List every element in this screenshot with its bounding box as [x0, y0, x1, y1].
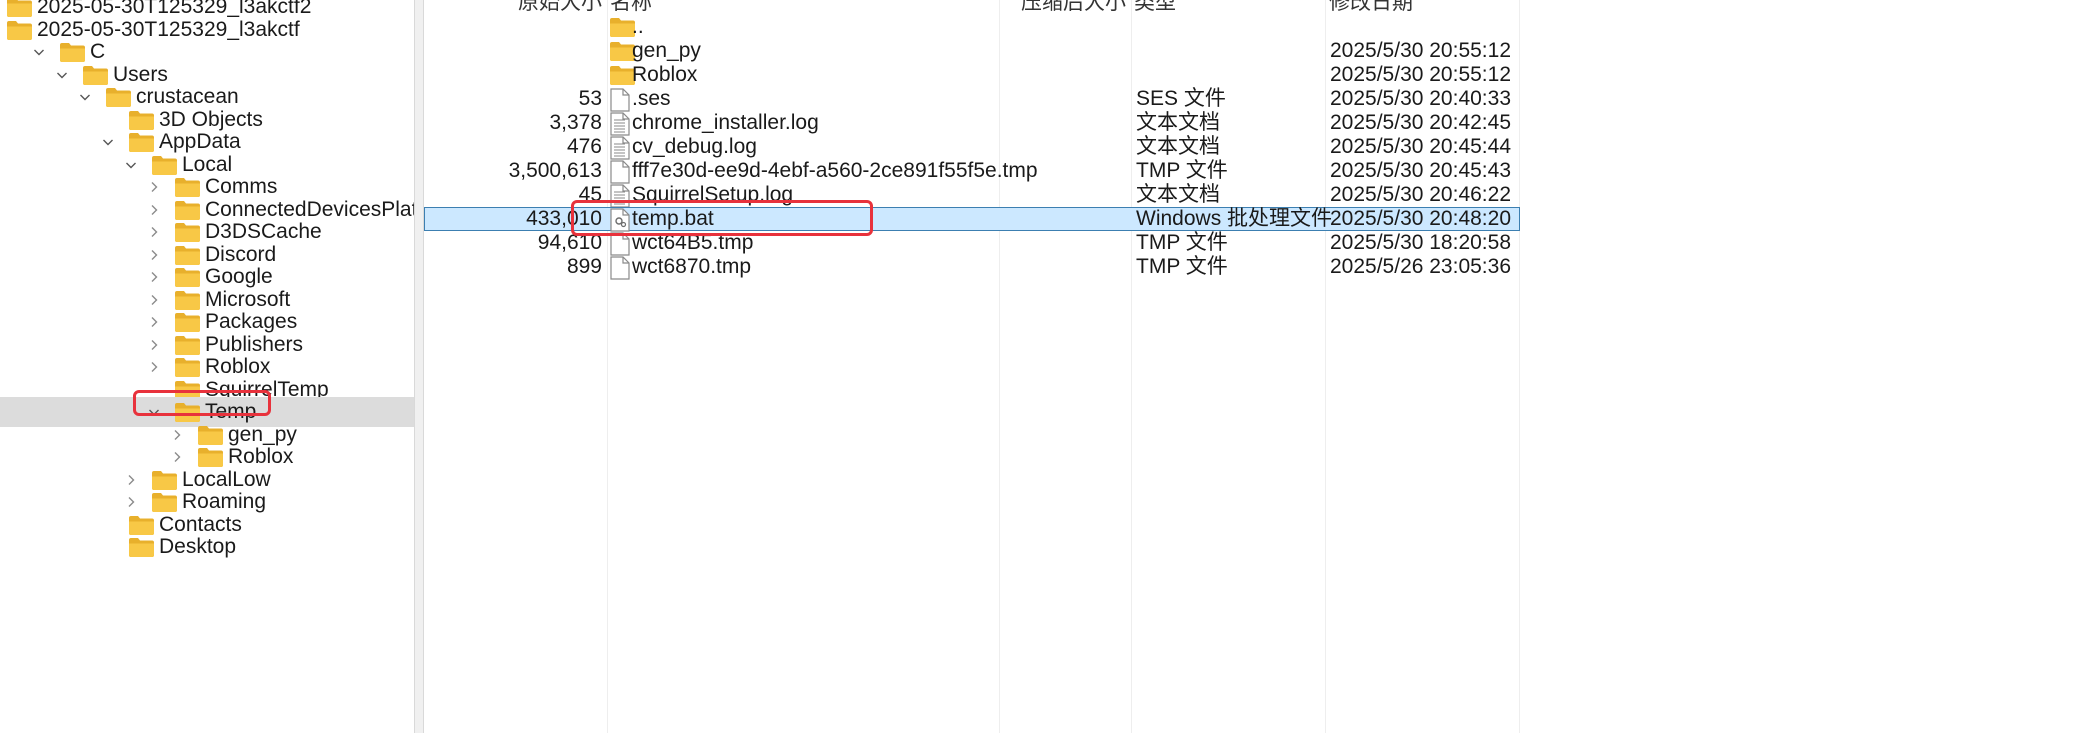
chevron-down-icon[interactable] [54, 67, 70, 83]
chevron-right-icon [100, 112, 116, 128]
chevron-down-icon[interactable] [31, 44, 47, 60]
pane-splitter[interactable] [414, 0, 424, 733]
chevron-down-icon[interactable] [146, 404, 162, 420]
chevron-right-icon[interactable] [169, 449, 185, 465]
chevron-right-icon [100, 539, 116, 555]
tree-item-desktop[interactable]: Desktop [0, 532, 414, 562]
chevron-right-icon [100, 517, 116, 533]
file-list[interactable]: 原始大小 名称 压缩后大小 类型 修改日期 .. gen_py 2025/5/30 … [424, 0, 2091, 733]
chevron-down-icon[interactable] [77, 89, 93, 105]
chevron-right-icon[interactable] [146, 337, 162, 353]
chevron-down-icon[interactable] [123, 157, 139, 173]
chevron-right-icon [146, 382, 162, 398]
chevron-right-icon[interactable] [146, 314, 162, 330]
cell-modified: 2025/5/26 23:05:36 [1330, 255, 1512, 278]
chevron-down-icon[interactable] [100, 134, 116, 150]
text-file-icon [609, 184, 631, 208]
chevron-right-icon[interactable] [146, 292, 162, 308]
folder-icon [128, 536, 155, 558]
cell-name: wct6870.tmp [632, 255, 752, 278]
chevron-right-icon[interactable] [146, 202, 162, 218]
cell-type: TMP 文件 [1136, 255, 1228, 278]
chevron-right-icon[interactable] [169, 427, 185, 443]
chevron-right-icon[interactable] [123, 494, 139, 510]
chevron-right-icon[interactable] [146, 247, 162, 263]
chevron-right-icon[interactable] [146, 179, 162, 195]
folder-tree[interactable]: 2025-05-30T125329_l3akctf2 2025-05-30T125… [0, 0, 414, 733]
tree-item-label: Desktop [159, 535, 237, 558]
cell-original-size: 899 [566, 255, 602, 278]
chevron-right-icon[interactable] [123, 472, 139, 488]
file-icon [609, 256, 631, 280]
chevron-right-icon[interactable] [146, 224, 162, 240]
chevron-right-icon[interactable] [146, 359, 162, 375]
chevron-right-icon[interactable] [146, 269, 162, 285]
